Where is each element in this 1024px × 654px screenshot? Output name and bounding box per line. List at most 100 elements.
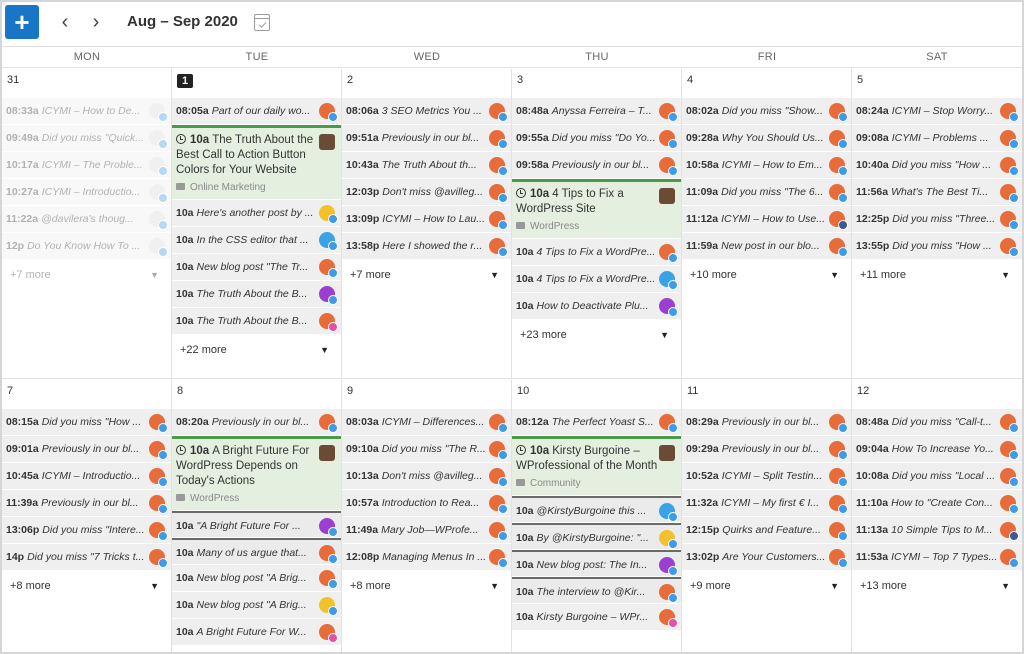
post-item[interactable]: 10a Here's another post by ...: [172, 200, 341, 227]
more-posts-toggle[interactable]: +13 more ▼: [852, 571, 1022, 601]
add-post-button[interactable]: +: [5, 5, 39, 39]
post-item[interactable]: 10:52a ICYMI – Split Testin...: [682, 463, 851, 490]
post-item[interactable]: 09:28a Why You Should Us...: [682, 125, 851, 152]
post-item[interactable]: 10a Many of us argue that...: [172, 538, 341, 565]
post-item[interactable]: 11:39a Previously in our bl...: [2, 490, 171, 517]
post-item[interactable]: 10:13a Don't miss @avilleg...: [342, 463, 511, 490]
post-item[interactable]: 13:09p ICYMI – How to Lau...: [342, 206, 511, 233]
post-item[interactable]: 10a @KirstyBurgoine this ...: [512, 496, 681, 523]
post-item[interactable]: 08:12a The Perfect Yoast S...: [512, 409, 681, 436]
post-item[interactable]: 10:43a The Truth About th...: [342, 152, 511, 179]
post-item[interactable]: 11:49a Mary Job—WProfe...: [342, 517, 511, 544]
post-item[interactable]: 09:10a Did you miss "The R...: [342, 436, 511, 463]
more-posts-toggle[interactable]: +10 more ▼: [682, 260, 851, 290]
day-cell-5[interactable]: 5 08:24a ICYMI – Stop Worry... 09:08a ICYM…: [852, 69, 1022, 378]
post-item[interactable]: 10a The Truth About the B...: [172, 281, 341, 308]
post-item[interactable]: 10:57a Introduction to Rea...: [342, 490, 511, 517]
post-item[interactable]: 09:55a Did you miss "Do Yo...: [512, 125, 681, 152]
day-cell-2[interactable]: 2 08:06a 3 SEO Metrics You ... 09:51a Prev…: [342, 69, 512, 378]
post-item[interactable]: 08:48a Anyssa Ferreira – T...: [512, 98, 681, 125]
post-item[interactable]: 10:58a ICYMI – How to Em...: [682, 152, 851, 179]
post-item[interactable]: 10a 4 Tips to Fix a WordPre...: [512, 266, 681, 293]
post-item[interactable]: 08:20a Previously in our bl...: [172, 409, 341, 436]
post-item[interactable]: 12:25p Did you miss "Three...: [852, 206, 1022, 233]
post-item[interactable]: 12:03p Don't miss @avilleg...: [342, 179, 511, 206]
post-item[interactable]: 08:15a Did you miss "How ...: [2, 409, 171, 436]
day-cell-1[interactable]: 1 08:05a Part of our daily wo... 10a The T…: [172, 69, 342, 378]
post-item[interactable]: 13:02p Are Your Customers...: [682, 544, 851, 571]
day-cell-8[interactable]: 8 08:20a Previously in our bl... 10a A Bri…: [172, 380, 342, 652]
post-item[interactable]: 10a By @KirstyBurgoine: "...: [512, 523, 681, 550]
post-item[interactable]: 13:55p Did you miss "How ...: [852, 233, 1022, 260]
featured-post-card[interactable]: 10a A Bright Future For WordPress Depends…: [172, 436, 341, 511]
post-item[interactable]: 10:08a Did you miss "Local ...: [852, 463, 1022, 490]
post-item[interactable]: 08:02a Did you miss "Show...: [682, 98, 851, 125]
post-item[interactable]: 11:13a 10 Simple Tips to M...: [852, 517, 1022, 544]
post-item[interactable]: 08:03a ICYMI – Differences...: [342, 409, 511, 436]
more-posts-toggle[interactable]: +8 more ▼: [342, 571, 511, 601]
more-posts-toggle[interactable]: +11 more ▼: [852, 260, 1022, 290]
post-item[interactable]: 14p Did you miss "7 Tricks t...: [2, 544, 171, 571]
post-item[interactable]: 11:56a What's The Best Ti...: [852, 179, 1022, 206]
day-cell-7[interactable]: 7 08:15a Did you miss "How ... 09:01a Prev…: [2, 380, 172, 652]
more-posts-toggle[interactable]: +8 more ▼: [2, 571, 171, 601]
post-item[interactable]: 08:06a 3 SEO Metrics You ...: [342, 98, 511, 125]
post-item[interactable]: 10a New blog post "The Tr...: [172, 254, 341, 281]
more-posts-toggle[interactable]: +22 more ▼: [172, 335, 341, 365]
post-item[interactable]: 08:48a Did you miss "Call-t...: [852, 409, 1022, 436]
previous-period-button[interactable]: ‹: [54, 11, 76, 33]
post-item[interactable]: 09:29a Previously in our bl...: [682, 436, 851, 463]
post-item[interactable]: 08:24a ICYMI – Stop Worry...: [852, 98, 1022, 125]
post-item[interactable]: 10a New blog post "A Brig...: [172, 592, 341, 619]
post-item[interactable]: 09:01a Previously in our bl...: [2, 436, 171, 463]
calendar-check-icon[interactable]: [254, 14, 270, 31]
post-item[interactable]: 09:04a How To Increase Yo...: [852, 436, 1022, 463]
day-cell-3[interactable]: 3 08:48a Anyssa Ferreira – T... 09:55a Did…: [512, 69, 682, 378]
post-item[interactable]: 10a New blog post "A Brig...: [172, 565, 341, 592]
day-cell-10[interactable]: 10 08:12a The Perfect Yoast S... 10a Kirst…: [512, 380, 682, 652]
post-item[interactable]: 09:08a ICYMI – Problems ...: [852, 125, 1022, 152]
more-posts-toggle[interactable]: +9 more ▼: [682, 571, 851, 601]
day-cell-9[interactable]: 9 08:03a ICYMI – Differences... 09:10a Did…: [342, 380, 512, 652]
post-item[interactable]: 11:22a @davilera's thoug...: [2, 206, 171, 233]
post-item[interactable]: 13:58p Here I showed the r...: [342, 233, 511, 260]
post-item[interactable]: 09:58a Previously in our bl...: [512, 152, 681, 179]
post-item[interactable]: 12p Do You Know How To ...: [2, 233, 171, 260]
day-cell-12[interactable]: 12 08:48a Did you miss "Call-t... 09:04a H…: [852, 380, 1022, 652]
post-item[interactable]: 08:29a Previously in our bl...: [682, 409, 851, 436]
post-item[interactable]: 11:53a ICYMI – Top 7 Types...: [852, 544, 1022, 571]
post-item[interactable]: 12:08p Managing Menus In ...: [342, 544, 511, 571]
post-item[interactable]: 10a A Bright Future For W...: [172, 619, 341, 646]
post-item[interactable]: 10a "A Bright Future For ...: [172, 511, 341, 538]
post-item[interactable]: 11:32a ICYMI – My first € I...: [682, 490, 851, 517]
post-item[interactable]: 10a Kirsty Burgoine – WPr...: [512, 604, 681, 631]
post-item[interactable]: 09:49a Did you miss "Quick...: [2, 125, 171, 152]
post-item[interactable]: 10:17a ICYMI – The Proble...: [2, 152, 171, 179]
more-posts-toggle[interactable]: +7 more ▼: [342, 260, 511, 290]
post-item[interactable]: 08:33a ICYMI – How to De...: [2, 98, 171, 125]
post-item[interactable]: 08:05a Part of our daily wo...: [172, 98, 341, 125]
post-item[interactable]: 11:12a ICYMI – How to Use...: [682, 206, 851, 233]
post-item[interactable]: 11:59a New post in our blo...: [682, 233, 851, 260]
post-item[interactable]: 10:40a Did you miss "How ...: [852, 152, 1022, 179]
featured-post-card[interactable]: 10a Kirsty Burgoine – WProfessional of th…: [512, 436, 681, 496]
day-cell-4[interactable]: 4 08:02a Did you miss "Show... 09:28a Why …: [682, 69, 852, 378]
post-item[interactable]: 10a 4 Tips to Fix a WordPre...: [512, 239, 681, 266]
featured-post-card[interactable]: 10a 4 Tips to Fix a WordPress Site WordPr…: [512, 179, 681, 239]
day-cell-11[interactable]: 11 08:29a Previously in our bl... 09:29a P…: [682, 380, 852, 652]
post-item[interactable]: 09:51a Previously in our bl...: [342, 125, 511, 152]
post-item[interactable]: 10a New blog post: The In...: [512, 550, 681, 577]
day-cell-31[interactable]: 31 08:33a ICYMI – How to De... 09:49a Did …: [2, 69, 172, 378]
featured-post-card[interactable]: 10a The Truth About the Best Call to Acti…: [172, 125, 341, 200]
post-item[interactable]: 10:27a ICYMI – Introductio...: [2, 179, 171, 206]
post-item[interactable]: 13:06p Did you miss "Intere...: [2, 517, 171, 544]
post-item[interactable]: 10a The Truth About the B...: [172, 308, 341, 335]
post-item[interactable]: 12:15p Quirks and Feature...: [682, 517, 851, 544]
post-item[interactable]: 10a In the CSS editor that ...: [172, 227, 341, 254]
post-item[interactable]: 10a The interview to @Kir...: [512, 577, 681, 604]
post-item[interactable]: 10:45a ICYMI – Introductio...: [2, 463, 171, 490]
more-posts-toggle[interactable]: +7 more ▼: [2, 260, 171, 290]
post-item[interactable]: 11:09a Did you miss "The 6...: [682, 179, 851, 206]
post-item[interactable]: 10a How to Deactivate Plu...: [512, 293, 681, 320]
next-period-button[interactable]: ›: [85, 11, 107, 33]
